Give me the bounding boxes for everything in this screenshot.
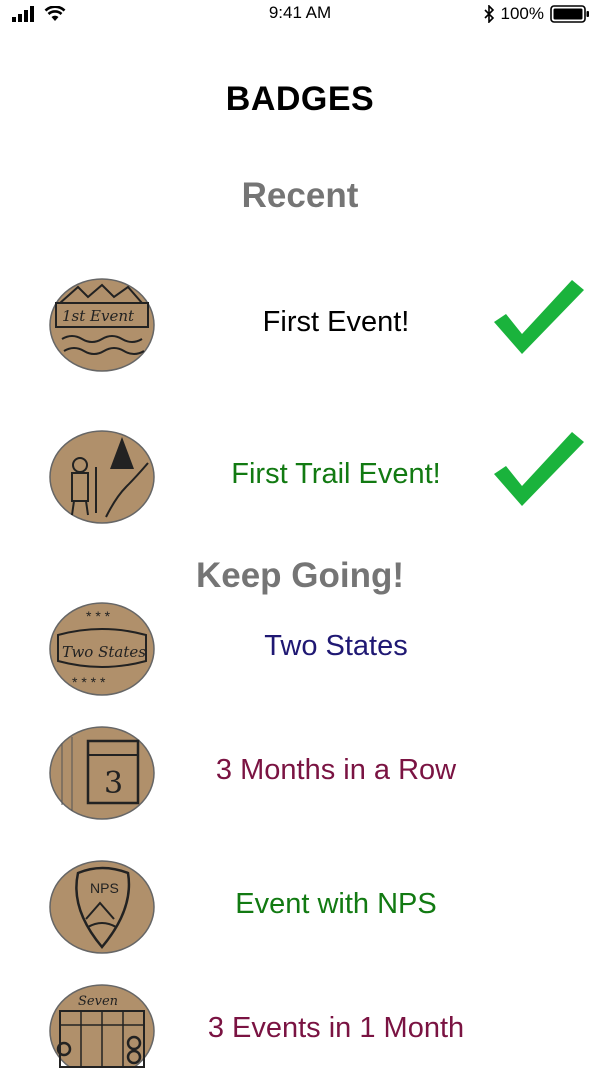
badge-row-3-events-in-1-month[interactable]: Seven 3 Events in 1 Month xyxy=(0,976,600,1068)
badge-label-3-events-in-1-month: 3 Events in 1 Month xyxy=(207,1012,465,1044)
badge-art-text: Two States xyxy=(62,643,146,661)
badge-3-months-icon: 3 xyxy=(49,726,155,820)
badge-label-first-event: First Event! xyxy=(262,306,410,338)
badge-row-first-trail-event[interactable]: First Trail Event! xyxy=(0,422,600,532)
badge-nps-icon: NPS xyxy=(49,860,155,954)
badge-art-text: NPS xyxy=(90,880,119,896)
svg-text:* * *: * * * xyxy=(86,608,111,624)
badge-label-two-states: Two States xyxy=(264,630,408,662)
checkmark-icon xyxy=(494,280,584,354)
svg-text:* * * *: * * * * xyxy=(72,674,106,690)
badge-first-event-icon: 1st Event xyxy=(49,278,155,372)
badge-3-events-icon: Seven xyxy=(49,984,155,1068)
badge-label-3-months-in-a-row: 3 Months in a Row xyxy=(215,754,457,786)
checkmark-icon xyxy=(494,432,584,506)
battery-icon xyxy=(550,5,589,23)
status-bar: 9:41 AM 100% xyxy=(0,0,600,28)
battery-percent: 100% xyxy=(500,4,544,23)
badge-label-event-with-nps: Event with NPS xyxy=(235,888,437,920)
badge-row-first-event[interactable]: 1st Event First Event! xyxy=(0,270,600,380)
badge-two-states-icon: * * * Two States * * * * xyxy=(49,602,155,696)
svg-text:3: 3 xyxy=(104,766,123,801)
page-title: BADGES xyxy=(225,80,375,118)
badge-row-event-with-nps[interactable]: NPS Event with NPS xyxy=(0,852,600,962)
section-heading-keep-going: Keep Going! xyxy=(195,556,405,595)
badge-first-trail-event-icon xyxy=(49,430,155,524)
badge-art-text: 1st Event xyxy=(62,307,135,325)
section-heading-recent: Recent xyxy=(241,176,359,215)
badge-row-3-months-in-a-row[interactable]: 3 3 Months in a Row xyxy=(0,718,600,828)
badge-row-two-states[interactable]: * * * Two States * * * * Two States xyxy=(0,594,600,704)
bluetooth-icon xyxy=(483,5,494,23)
badge-art-text: Seven xyxy=(78,994,118,1009)
badge-label-first-trail-event: First Trail Event! xyxy=(231,458,441,490)
